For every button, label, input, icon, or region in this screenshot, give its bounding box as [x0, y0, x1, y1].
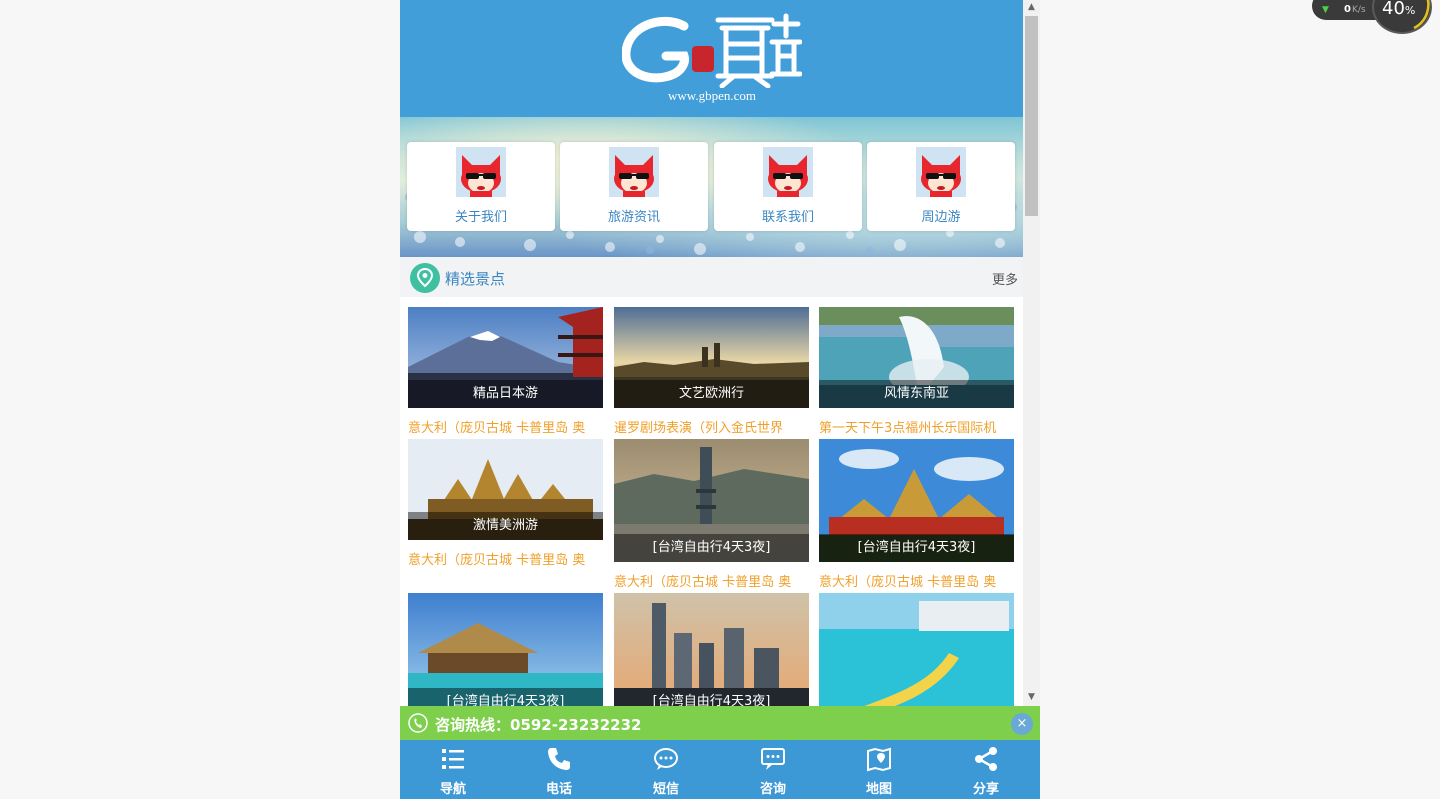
tour-tile-taiwan-4[interactable]: [台湾自由行4天3夜] — [614, 593, 809, 706]
fox-mascot-icon — [916, 147, 966, 197]
gbpen-logo-icon — [621, 13, 803, 89]
scrollbar[interactable]: ▲ ▼ — [1023, 0, 1040, 706]
phone-icon — [548, 748, 570, 770]
nav-card-contact[interactable]: 联系我们 — [714, 142, 862, 231]
tile-description[interactable]: 意大利（庞贝古城 卡普里岛 奥 — [614, 571, 809, 589]
hotline-bar[interactable]: 咨询热线：0592-23232232 × — [400, 706, 1040, 740]
list-icon — [442, 749, 464, 769]
toolbar-label: 导航 — [439, 782, 466, 797]
tile-description[interactable]: 第一天下午3点福州长乐国际机 — [819, 417, 1014, 435]
site-logo[interactable]: www.gbpen.com — [621, 12, 803, 108]
logo-url: www.gbpen.com — [668, 88, 756, 103]
share-icon — [975, 747, 997, 771]
fox-mascot-icon — [763, 147, 813, 197]
tour-tile-america[interactable]: 激情美洲游 — [408, 439, 603, 540]
toolbar-phone-button[interactable]: 电话 — [506, 740, 612, 799]
nav-card-label: 旅游资讯 — [607, 210, 660, 225]
sms-icon — [654, 748, 678, 770]
bottom-toolbar: 导航 电话 短信 咨询 地图 分享 — [400, 740, 1040, 799]
toolbar-label: 咨询 — [759, 782, 786, 797]
fox-mascot-icon — [609, 147, 659, 197]
toolbar-label: 地图 — [865, 782, 892, 797]
tour-tile-japan[interactable]: 精品日本游 — [408, 307, 603, 408]
toolbar-label: 分享 — [972, 782, 999, 797]
tile-caption: [台湾自由行4天3夜] — [614, 688, 809, 706]
tour-tile-taiwan-2[interactable]: [台湾自由行4天3夜] — [819, 439, 1014, 562]
speed-value: 0 — [1344, 4, 1351, 15]
scroll-up-arrow-icon[interactable]: ▲ — [1023, 0, 1040, 14]
map-icon — [867, 747, 891, 772]
gauge-percent-sign: % — [1404, 4, 1416, 17]
download-arrow-icon: ▼ — [1322, 5, 1329, 15]
gauge-percent: 40% — [1382, 0, 1415, 19]
tile-caption: [台湾自由行4天3夜] — [819, 534, 1014, 562]
hotline-text: 咨询热线：0592-23232232 — [435, 716, 642, 734]
banner: 关于我们 旅游资讯 联系我们 周边游 — [400, 117, 1023, 257]
nav-card-about[interactable]: 关于我们 — [407, 142, 555, 231]
tour-tile-beach[interactable] — [819, 593, 1014, 706]
mobile-page: www.gbpen.com 关于我们 旅游资讯 联系我们 周边游 精选景点 更多… — [400, 0, 1023, 799]
toolbar-nav-button[interactable]: 导航 — [400, 740, 506, 799]
toolbar-label: 短信 — [652, 782, 679, 797]
tour-tile-taiwan-3[interactable]: [台湾自由行4天3夜] — [408, 593, 603, 706]
gauge-percent-value: 40 — [1382, 0, 1405, 19]
tile-description[interactable]: 意大利（庞贝古城 卡普里岛 奥 — [408, 549, 603, 567]
tile-caption: 文艺欧洲行 — [614, 380, 809, 408]
toolbar-label: 电话 — [545, 782, 572, 797]
memory-gauge[interactable]: 40% — [1372, 0, 1432, 34]
close-icon[interactable]: × — [1011, 713, 1033, 735]
tile-caption: 风情东南亚 — [819, 380, 1014, 408]
nav-card-nearby[interactable]: 周边游 — [867, 142, 1015, 231]
tile-caption: [台湾自由行4天3夜] — [408, 688, 603, 706]
toolbar-sms-button[interactable]: 短信 — [613, 740, 719, 799]
scroll-thumb[interactable] — [1025, 16, 1038, 216]
nav-card-label: 周边游 — [921, 210, 961, 225]
nav-card-news[interactable]: 旅游资讯 — [560, 142, 708, 231]
fox-mascot-icon — [456, 147, 506, 197]
phone-handset-icon — [408, 713, 428, 733]
tile-caption: 激情美洲游 — [408, 512, 603, 540]
tile-caption: [台湾自由行4天3夜] — [614, 534, 809, 562]
toolbar-share-button[interactable]: 分享 — [933, 740, 1039, 799]
tour-tile-southeast-asia[interactable]: 风情东南亚 — [819, 307, 1014, 408]
location-pin-icon — [410, 263, 440, 293]
toolbar-consult-button[interactable]: 咨询 — [720, 740, 826, 799]
tile-description[interactable]: 意大利（庞贝古城 卡普里岛 奥 — [819, 571, 1014, 589]
tile-photo — [819, 593, 1014, 706]
chat-icon — [761, 748, 785, 770]
tile-description[interactable]: 暹罗剧场表演（列入金氏世界 — [614, 417, 809, 435]
more-link[interactable]: 更多 — [992, 269, 1018, 288]
tour-tile-europe[interactable]: 文艺欧洲行 — [614, 307, 809, 408]
tour-tile-taiwan-1[interactable]: [台湾自由行4天3夜] — [614, 439, 809, 562]
tile-caption: 精品日本游 — [408, 380, 603, 408]
scroll-down-arrow-icon[interactable]: ▼ — [1023, 690, 1040, 704]
speed-unit: K/s — [1352, 5, 1366, 15]
section-title: 精选景点 — [445, 270, 506, 288]
site-header: www.gbpen.com — [400, 0, 1023, 117]
nav-card-label: 联系我们 — [761, 210, 814, 225]
tile-description[interactable]: 意大利（庞贝古城 卡普里岛 奥 — [408, 417, 603, 435]
section-header: 精选景点 更多 — [400, 257, 1023, 297]
nav-card-label: 关于我们 — [454, 210, 507, 225]
toolbar-map-button[interactable]: 地图 — [826, 740, 932, 799]
